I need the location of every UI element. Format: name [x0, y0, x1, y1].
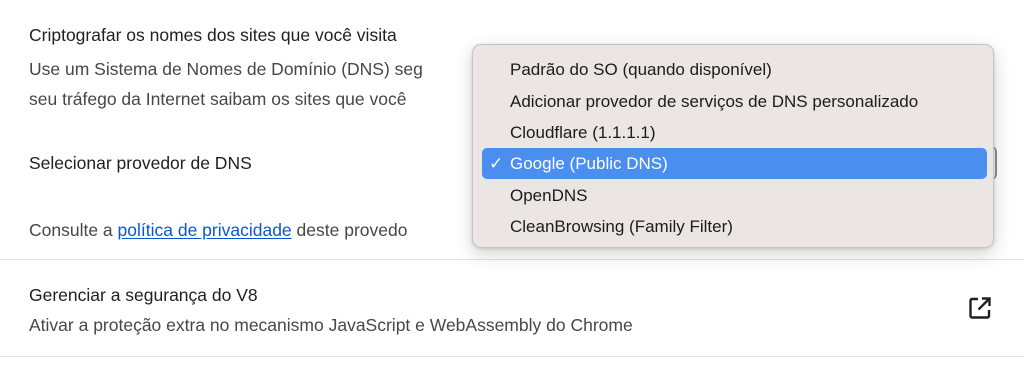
v8-security-subtitle: Ativar a proteção extra no mecanismo Jav…	[29, 315, 633, 335]
dns-provider-dropdown-menu: Padrão do SO (quando disponível) Adicion…	[472, 44, 994, 248]
chrome-settings-page: Criptografar os nomes dos sites que você…	[0, 0, 1024, 366]
dns-option-cleanbrowsing[interactable]: CleanBrowsing (Family Filter)	[482, 211, 987, 242]
dns-provider-label: Selecionar provedor de DNS	[29, 153, 252, 173]
secure-dns-description-line-2: seu tráfego da Internet saibam os sites …	[29, 89, 407, 109]
secure-dns-description: Use um Sistema de Nomes de Domínio (DNS)…	[29, 54, 423, 114]
dns-option-os-default[interactable]: Padrão do SO (quando disponível)	[482, 54, 987, 85]
external-link-icon[interactable]	[966, 294, 994, 322]
privacy-prefix: Consulte a	[29, 220, 118, 240]
dns-option-custom[interactable]: Adicionar provedor de serviços de DNS pe…	[482, 86, 987, 117]
v8-security-row[interactable]: Gerenciar a segurança do V8 Ativar a pro…	[0, 260, 1024, 356]
dns-option-google[interactable]: ✓ Google (Public DNS)	[482, 148, 987, 179]
privacy-policy-link[interactable]: política de privacidade	[118, 220, 292, 240]
dns-option-cloudflare[interactable]: Cloudflare (1.1.1.1)	[482, 117, 987, 148]
secure-dns-title: Criptografar os nomes dos sites que você…	[29, 25, 397, 45]
dns-option-opendns[interactable]: OpenDNS	[482, 180, 987, 211]
privacy-suffix: deste provedo	[291, 220, 408, 240]
checkmark-icon: ✓	[489, 154, 504, 173]
secure-dns-description-line-1: Use um Sistema de Nomes de Domínio (DNS)…	[29, 59, 423, 79]
v8-security-title: Gerenciar a segurança do V8	[29, 285, 258, 305]
privacy-policy-text: Consulte a política de privacidade deste…	[29, 219, 407, 241]
bottom-divider	[0, 356, 1024, 357]
